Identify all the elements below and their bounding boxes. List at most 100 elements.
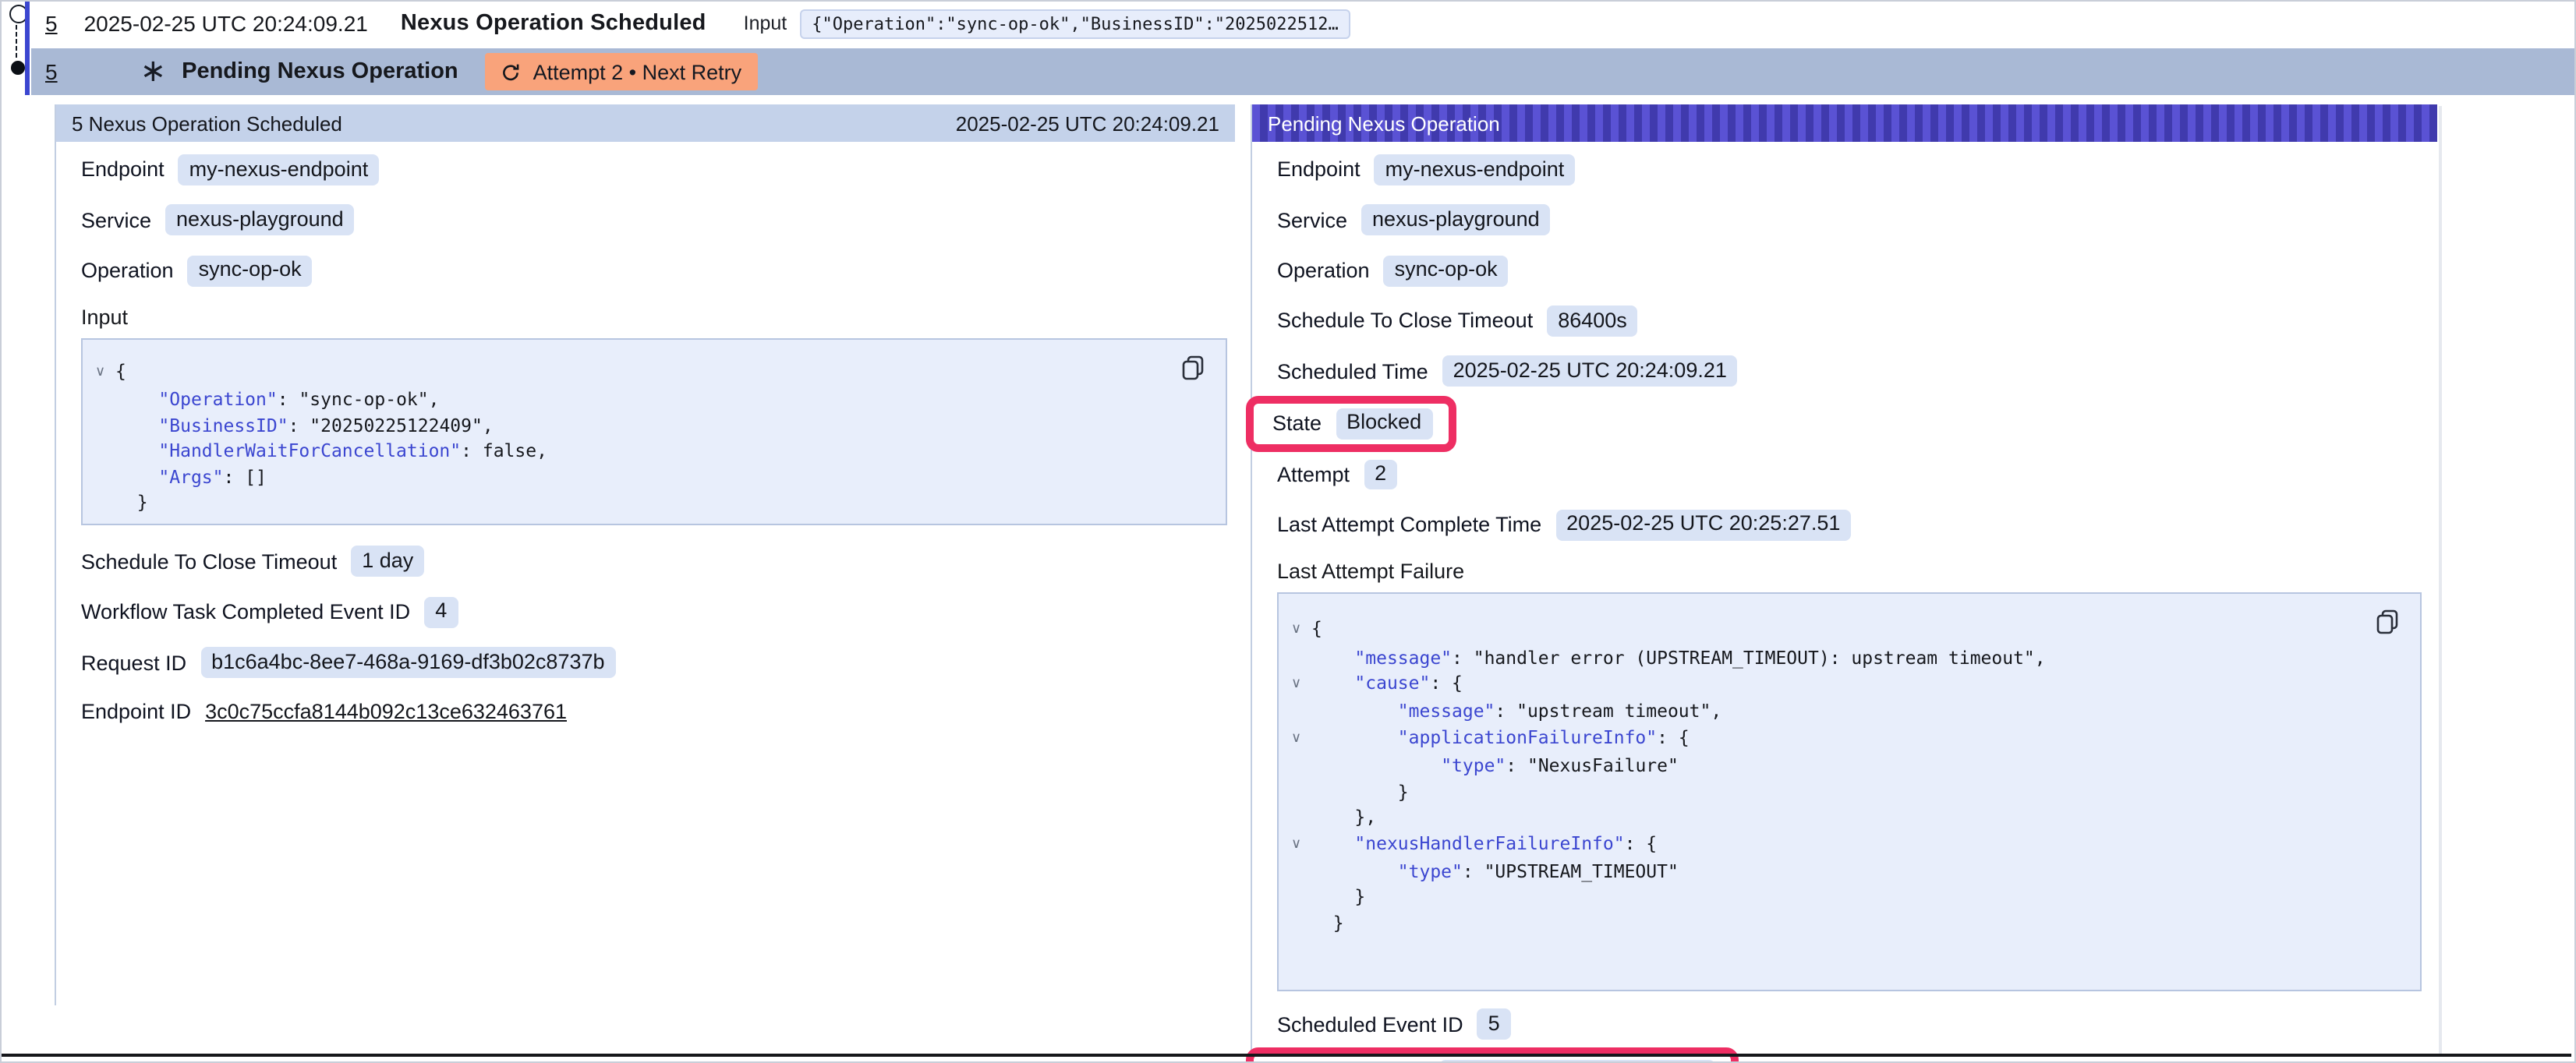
field-attempt: Attempt 2 xyxy=(1277,459,2422,490)
collapse-chevron-icon[interactable]: ∨ xyxy=(1291,726,1311,752)
json-value: } xyxy=(137,491,148,513)
json-indent xyxy=(1311,701,1398,722)
json-key: "type" xyxy=(1398,860,1463,882)
field-label: Schedule To Close Timeout xyxy=(81,550,337,574)
timeline-dashed-connector xyxy=(16,25,17,58)
json-indent xyxy=(115,465,158,487)
scheduled-card-title: 5 Nexus Operation Scheduled xyxy=(72,111,342,135)
json-key: "Args" xyxy=(158,465,223,487)
copy-icon[interactable] xyxy=(2376,610,2398,635)
json-line: "Operation": "sync-op-ok", xyxy=(95,387,1213,413)
json-value: }, xyxy=(1354,806,1376,828)
failure-json-block: ∨{ "message": "handler error (UPSTREAM_T… xyxy=(1277,593,2422,992)
event-row-nexus-operation-scheduled[interactable]: 5 2025-02-25 UTC 20:24:09.21 Nexus Opera… xyxy=(2,5,2574,42)
json-value: { xyxy=(115,360,126,382)
field-value-badge: my-nexus-endpoint xyxy=(1375,154,1576,185)
json-key: "nexusHandlerFailureInfo" xyxy=(1354,832,1624,853)
json-indent xyxy=(1311,806,1354,828)
json-indent xyxy=(115,491,137,513)
retry-badge-label: Attempt 2 • Next Retry xyxy=(533,60,742,83)
json-indent xyxy=(1311,911,1333,933)
field-label: Last Attempt Complete Time xyxy=(1277,514,1541,537)
field-label: Scheduled Event ID xyxy=(1277,1012,1463,1036)
json-key: "type" xyxy=(1441,755,1506,777)
state-value-badge: Blocked xyxy=(1336,408,1432,439)
json-lines: ∨{ "message": "handler error (UPSTREAM_T… xyxy=(1291,616,2408,936)
json-indent xyxy=(115,415,158,436)
retry-badge: Attempt 2 • Next Retry xyxy=(485,53,758,90)
json-indent xyxy=(1311,780,1398,802)
endpoint-id-link[interactable]: 3c0c75ccfa8144b092c13ce632463761 xyxy=(205,700,567,723)
json-line: "type": "NexusFailure" xyxy=(1291,754,2408,779)
json-value: : "UPSTREAM_TIMEOUT" xyxy=(1463,860,1679,882)
field-service: Service nexus-playground xyxy=(1277,205,2422,236)
json-key: "message" xyxy=(1398,701,1495,722)
copy-icon[interactable] xyxy=(1182,355,1204,380)
json-line: "message": "handler error (UPSTREAM_TIME… xyxy=(1291,645,2408,670)
field-workflow-task-completed-event-id: Workflow Task Completed Event ID 4 xyxy=(81,597,1230,628)
json-indent xyxy=(1311,886,1354,908)
json-key: "message" xyxy=(1354,646,1452,668)
json-key: "HandlerWaitForCancellation" xyxy=(158,440,461,462)
pending-event-id-link[interactable]: 5 xyxy=(45,59,58,84)
field-request-id: Request ID b1c6a4bc-8ee7-468a-9169-df3b0… xyxy=(81,647,1230,678)
json-line: "message": "upstream timeout", xyxy=(1291,699,2408,725)
scheduled-card-timestamp: 2025-02-25 UTC 20:24:09.21 xyxy=(956,111,1219,135)
field-label: Endpoint xyxy=(81,158,165,182)
json-value: { xyxy=(1311,618,1322,640)
json-indent xyxy=(1311,672,1354,694)
json-value: : "NexusFailure" xyxy=(1506,755,1679,777)
pending-card-body: Endpoint my-nexus-endpoint Service nexus… xyxy=(1252,142,2437,1063)
field-value-badge: 5 xyxy=(1477,1008,1511,1040)
field-label: Endpoint xyxy=(1277,158,1361,182)
json-value: : "handler error (UPSTREAM_TIMEOUT): ups… xyxy=(1452,646,2046,668)
field-value-badge: 86400s xyxy=(1547,305,1638,337)
collapse-chevron-icon[interactable]: ∨ xyxy=(1291,832,1311,857)
collapse-chevron-icon[interactable]: ∨ xyxy=(1291,618,1311,644)
event-title: Nexus Operation Scheduled xyxy=(401,11,706,36)
json-value: : [] xyxy=(224,465,267,487)
json-line: ∨ "cause": { xyxy=(1291,670,2408,699)
input-json-block: ∨{ "Operation": "sync-op-ok", "BusinessI… xyxy=(81,338,1227,526)
field-schedule-to-close-timeout: Schedule To Close Timeout 86400s xyxy=(1277,305,2422,337)
workflow-event-history-view: 5 2025-02-25 UTC 20:24:09.21 Nexus Opera… xyxy=(0,0,2576,1063)
json-value: : "sync-op-ok", xyxy=(278,389,440,411)
field-value-badge: nexus-playground xyxy=(1361,205,1551,236)
pending-nexus-operation-card: Pending Nexus Operation Endpoint my-nexu… xyxy=(1251,104,2437,1063)
json-value: : { xyxy=(1625,832,1658,853)
scheduled-card-body: Endpoint my-nexus-endpoint Service nexus… xyxy=(56,142,1235,726)
pending-row-title: Pending Nexus Operation xyxy=(182,59,458,84)
collapse-chevron-icon[interactable]: ∨ xyxy=(95,360,115,386)
json-value: : "20250225122409", xyxy=(288,415,494,436)
field-value-badge: b1c6a4bc-8ee7-468a-9169-df3b02c8737b xyxy=(200,647,615,678)
field-label: Operation xyxy=(81,259,174,282)
field-value-badge: 2 xyxy=(1364,459,1397,490)
last-attempt-failure-label: Last Attempt Failure xyxy=(1277,560,2422,584)
retry-icon xyxy=(501,62,521,82)
json-lines: ∨{ "Operation": "sync-op-ok", "BusinessI… xyxy=(95,358,1213,515)
field-scheduled-time: Scheduled Time 2025-02-25 UTC 20:24:09.2… xyxy=(1277,356,2422,387)
json-line: "Args": [] xyxy=(95,464,1213,489)
field-value-badge: my-nexus-endpoint xyxy=(179,154,380,185)
input-section-label: Input xyxy=(81,305,1230,329)
field-label: State xyxy=(1272,411,1322,435)
state-annotation-box: State Blocked xyxy=(1246,395,1456,451)
json-value: : false, xyxy=(461,440,547,462)
field-label: Schedule To Close Timeout xyxy=(1277,309,1533,333)
input-preview-chip[interactable]: {"Operation":"sync-op-ok","BusinessID":"… xyxy=(799,9,1351,38)
json-line: "BusinessID": "20250225122409", xyxy=(95,413,1213,439)
collapse-chevron-icon[interactable]: ∨ xyxy=(1291,672,1311,697)
event-id-link[interactable]: 5 xyxy=(45,11,58,36)
field-label: Service xyxy=(81,209,151,232)
field-value-badge: 4 xyxy=(424,597,458,628)
pending-nexus-operation-row[interactable]: 5 ∗ Pending Nexus Operation Attempt 2 • … xyxy=(31,48,2574,95)
field-service: Service nexus-playground xyxy=(81,205,1230,236)
json-key: "applicationFailureInfo" xyxy=(1398,726,1657,748)
field-endpoint: Endpoint my-nexus-endpoint xyxy=(81,154,1230,185)
field-label: Operation xyxy=(1277,259,1370,282)
field-value-badge: 2025-02-25 UTC 20:25:27.51 xyxy=(1555,510,1851,541)
json-line: ∨{ xyxy=(1291,616,2408,645)
field-label: Attempt xyxy=(1277,463,1350,486)
input-label: Input xyxy=(744,12,787,34)
json-indent xyxy=(1311,726,1398,748)
